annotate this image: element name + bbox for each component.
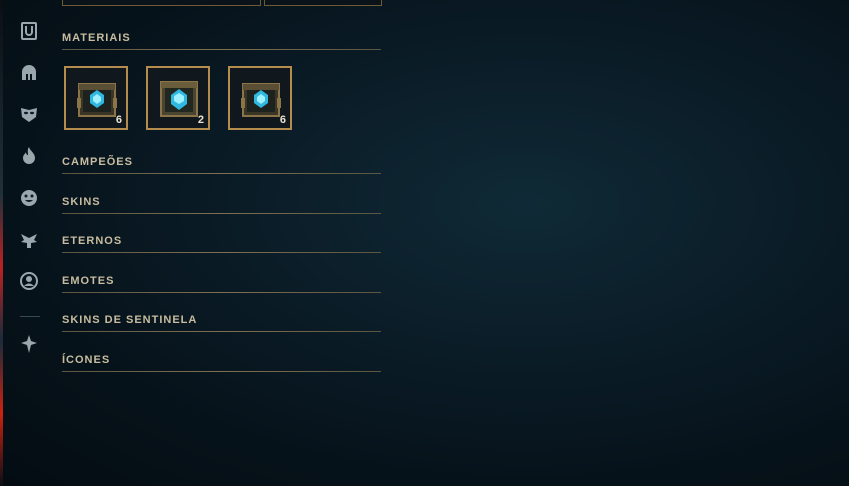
loot-icon[interactable]	[18, 20, 40, 42]
section-eternos[interactable]: ETERNOS	[62, 235, 381, 253]
mask-icon[interactable]	[18, 103, 40, 125]
section-label: EMOTES	[62, 275, 115, 287]
section-skins[interactable]: SKINS	[62, 196, 381, 214]
item-count: 6	[279, 114, 286, 126]
material-item[interactable]: 6	[64, 66, 128, 130]
category-rail	[3, 0, 55, 486]
section-label: ÍCONES	[62, 354, 111, 366]
section-divider	[62, 371, 381, 372]
item-count: 6	[115, 114, 122, 126]
hextech-chest-icon	[77, 83, 117, 117]
helmet-icon[interactable]	[18, 62, 40, 84]
material-item[interactable]: 2	[146, 66, 210, 130]
section-skins-de-sentinela[interactable]: SKINS DE SENTINELA	[62, 314, 381, 332]
search-field[interactable]	[62, 0, 261, 6]
hextech-chest-icon	[241, 83, 281, 117]
section-divider	[62, 292, 381, 293]
section-label: SKINS DE SENTINELA	[62, 314, 198, 326]
emote-face-icon[interactable]	[18, 187, 40, 209]
hextech-chest-icon	[160, 81, 198, 117]
section-divider	[62, 213, 381, 214]
section-divider	[62, 331, 381, 332]
section-emotes[interactable]: EMOTES	[62, 275, 381, 293]
ward-icon[interactable]	[18, 333, 40, 355]
material-item[interactable]: 6	[228, 66, 292, 130]
section-label: CAMPEÕES	[62, 156, 133, 168]
section-label: SKINS	[62, 196, 101, 208]
section-label: ETERNOS	[62, 235, 123, 247]
rail-divider	[20, 316, 40, 317]
profile-icon-icon[interactable]	[18, 270, 40, 292]
section-campeoes[interactable]: CAMPEÕES	[62, 156, 381, 174]
section-divider	[62, 49, 381, 50]
filter-dropdown[interactable]	[264, 0, 382, 6]
flame-icon[interactable]	[18, 145, 40, 167]
eternals-icon[interactable]	[18, 229, 40, 251]
section-divider	[62, 173, 381, 174]
section-materiais[interactable]: MATERIAIS	[62, 32, 381, 50]
section-divider	[62, 252, 381, 253]
item-count: 2	[197, 114, 204, 126]
section-icones[interactable]: ÍCONES	[62, 354, 381, 372]
section-label: MATERIAIS	[62, 32, 131, 44]
materials-grid: 6 2 6	[64, 66, 310, 130]
